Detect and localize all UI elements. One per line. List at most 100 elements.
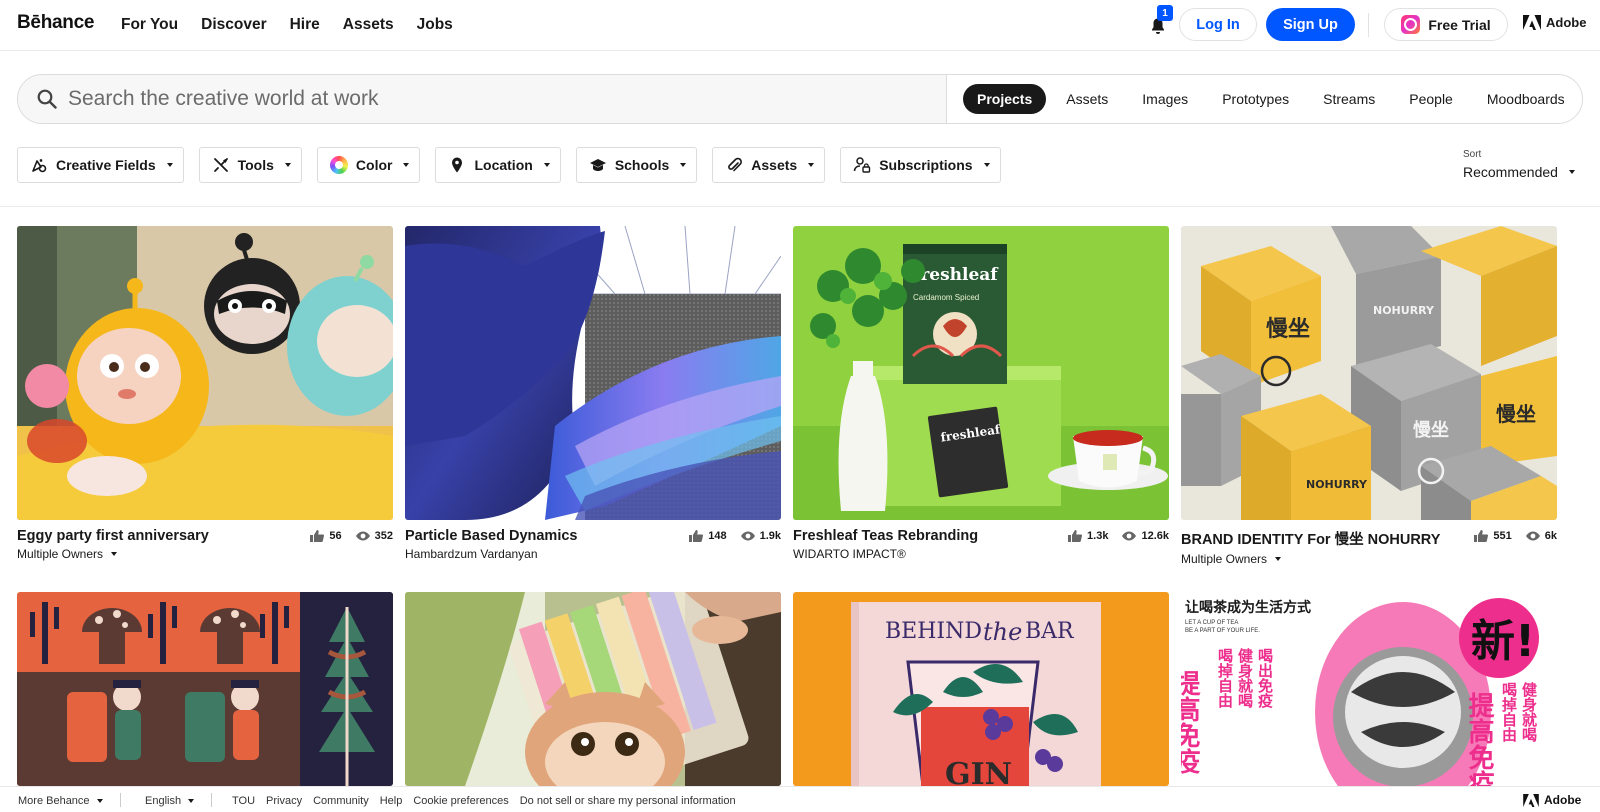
tab-moodboards[interactable]: Moodboards [1473,84,1579,114]
nav-hire[interactable]: Hire [290,16,320,34]
project-meta: BRAND IDENTITY For 慢坐 NOHURRY Multiple O… [1181,528,1557,566]
poster-headline: 让喝茶成为生活方式 [1185,599,1311,616]
behance-logo[interactable]: Bēhance [17,12,94,34]
footer-link-help[interactable]: Help [380,795,403,807]
filter-tools[interactable]: Tools [198,147,302,183]
color-wheel-icon [329,156,348,174]
more-behance-dropdown[interactable]: More Behance [18,795,103,807]
chevron-down-icon [284,163,291,167]
footer-link-privacy[interactable]: Privacy [266,795,302,807]
project-card[interactable]: BEHIND the BAR GIN [793,592,1169,786]
filter-creative-fields-label: Creative Fields [56,157,156,173]
thumbs-up-icon [310,530,325,542]
project-thumbnail[interactable]: 慢坐 NOHURRY 慢坐 NOHURRY 慢坐 [1181,226,1557,520]
sort-control[interactable]: Sort Recommended [1463,149,1575,180]
adobe-link[interactable]: Adobe [1523,15,1586,30]
poster-new-text: 新! [1471,616,1535,667]
project-thumbnail[interactable] [17,226,393,520]
tab-images[interactable]: Images [1128,84,1202,114]
footer-link-tou[interactable]: TOU [232,795,255,807]
sort-value: Recommended [1463,164,1558,180]
project-thumbnail[interactable] [405,592,781,786]
nohurry-cube-text-2: NOHURRY [1306,478,1368,491]
filter-color[interactable]: Color [316,147,421,183]
search-tabs: Projects Assets Images Prototypes Stream… [946,75,1582,123]
project-owner[interactable]: Multiple Owners [1181,552,1440,566]
search-icon [37,89,57,109]
project-thumbnail[interactable]: 让喝茶成为生活方式 LET A CUP OF TEA BE A PART OF … [1181,592,1557,786]
divider [0,206,1600,207]
login-button[interactable]: Log In [1179,8,1257,41]
project-card[interactable]: 让喝茶成为生活方式 LET A CUP OF TEA BE A PART OF … [1181,592,1557,786]
search-input[interactable] [68,86,928,112]
eye-icon [740,531,755,541]
adobe-label: Adobe [1546,15,1587,30]
search-bar: Projects Assets Images Prototypes Stream… [17,74,1583,124]
project-thumbnail[interactable]: freshleaf Cardamom Spiced freshleaf [793,226,1169,520]
tab-assets[interactable]: Assets [1052,84,1122,114]
project-thumbnail[interactable]: BEHIND the BAR GIN [793,592,1169,786]
eye-icon [1525,531,1540,541]
nav-assets[interactable]: Assets [343,16,394,34]
footer-adobe-label: Adobe [1544,793,1582,807]
filter-subscriptions-label: Subscriptions [879,157,973,173]
views-stat: 1.9k [740,530,781,542]
project-card[interactable]: freshleaf Cardamom Spiced freshleaf Fres… [793,226,1169,561]
footer-link-cookie-preferences[interactable]: Cookie preferences [413,795,508,807]
tab-people[interactable]: People [1395,84,1467,114]
thumbs-up-icon [1068,530,1083,542]
signup-button[interactable]: Sign Up [1266,8,1355,41]
project-title[interactable]: BRAND IDENTITY For 慢坐 NOHURRY [1181,528,1440,549]
filter-subscriptions[interactable]: Subscriptions [840,147,1001,183]
tab-prototypes[interactable]: Prototypes [1208,84,1303,114]
bar-title-b: the [983,618,1022,646]
project-card[interactable]: Particle Based Dynamics Hambardzum Varda… [405,226,781,561]
filter-schools[interactable]: Schools [575,147,698,183]
footer-adobe-link[interactable]: Adobe [1523,793,1581,807]
tab-projects[interactable]: Projects [963,84,1047,114]
project-thumbnail[interactable] [405,226,781,520]
nav-for-you[interactable]: For You [121,16,178,34]
views-count: 6k [1544,530,1557,542]
project-owner[interactable]: WIDARTO IMPACT® [793,547,978,561]
project-title[interactable]: Eggy party first anniversary [17,528,209,544]
footer-link-community[interactable]: Community [313,795,369,807]
nav-jobs[interactable]: Jobs [417,16,453,34]
tools-icon [213,158,228,172]
eye-icon [355,531,370,541]
project-thumbnail[interactable] [17,592,393,786]
nav-discover[interactable]: Discover [201,16,266,34]
project-title[interactable]: Particle Based Dynamics [405,528,577,544]
filter-location[interactable]: Location [435,147,561,183]
project-owner[interactable]: Hambardzum Vardanyan [405,547,577,561]
project-image [405,592,781,786]
sort-label: Sort [1463,149,1482,160]
project-owner[interactable]: Multiple Owners [17,547,209,561]
filter-creative-fields[interactable]: Creative Fields [17,147,184,183]
chevron-down-icon [808,163,815,167]
project-card[interactable] [17,592,393,786]
poster-sub-1: LET A CUP OF TEA [1185,620,1238,626]
tab-streams[interactable]: Streams [1309,84,1389,114]
chevron-down-icon [188,799,195,803]
poster-column-2: 喝掉自由 [1216,648,1234,709]
free-trial-button[interactable]: Free Trial [1384,8,1508,41]
main-nav: For You Discover Hire Assets Jobs [121,16,453,34]
project-stats: 1.3k 12.6k [1068,530,1169,542]
sort-select[interactable]: Recommended [1463,164,1575,180]
project-owner-label: Multiple Owners [17,547,104,561]
filter-schools-label: Schools [614,157,670,173]
project-card[interactable] [405,592,781,786]
user-lock-icon [853,157,871,173]
project-owner-label: Hambardzum Vardanyan [405,547,538,561]
project-title[interactable]: Freshleaf Teas Rebranding [793,528,978,544]
filter-location-label: Location [474,157,533,173]
footer-links: TOU Privacy Community Help Cookie prefer… [232,795,736,807]
footer-link-do-not-sell[interactable]: Do not sell or share my personal informa… [520,795,736,807]
project-card[interactable]: Eggy party first anniversary Multiple Ow… [17,226,393,561]
project-card[interactable]: 慢坐 NOHURRY 慢坐 NOHURRY 慢坐 BRAND IDENTITY … [1181,226,1557,566]
freshleaf-box-subtext: Cardamom Spiced [913,293,979,302]
likes-count: 1.3k [1087,530,1109,542]
language-dropdown[interactable]: English [145,795,195,807]
filter-assets[interactable]: Assets [712,147,826,183]
